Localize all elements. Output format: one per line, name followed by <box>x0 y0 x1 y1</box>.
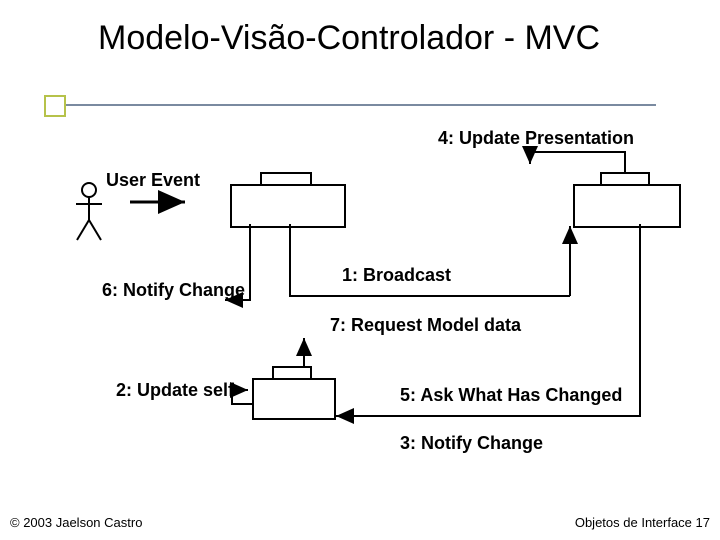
title-underline <box>44 104 656 106</box>
label-update-self: 2: Update self <box>116 380 234 401</box>
label-update-presentation: 4: Update Presentation <box>438 128 634 149</box>
view-box-tab-r <box>648 172 650 184</box>
view-box <box>573 184 681 228</box>
label-request-model-data: 7: Request Model data <box>330 315 521 336</box>
controller-box-tab <box>260 172 312 174</box>
view-box-tab <box>600 172 650 174</box>
controller-box-tab-l <box>260 172 262 184</box>
model-box-tab <box>272 366 312 368</box>
footer-left: © 2003 Jaelson Castro <box>10 515 142 530</box>
controller-box <box>230 184 346 228</box>
model-box <box>252 378 336 420</box>
label-notify-change-6: 6: Notify Change <box>102 280 245 301</box>
title-bullet-icon <box>44 95 66 117</box>
label-notify-change-3: 3: Notify Change <box>400 433 543 454</box>
controller-box-tab-r <box>310 172 312 184</box>
diagram-stage: { "title": "Modelo-Visão-Controlador - M… <box>0 0 720 540</box>
actor-icon <box>72 182 106 242</box>
label-ask-changed: 5: Ask What Has Changed <box>400 385 622 406</box>
page-title: Modelo-Visão-Controlador - MVC <box>98 18 600 58</box>
label-broadcast: 1: Broadcast <box>342 265 451 286</box>
model-box-tab-r <box>310 366 312 378</box>
label-user-event: User Event <box>106 170 200 191</box>
footer-right: Objetos de Interface 17 <box>575 515 710 530</box>
model-box-tab-l <box>272 366 274 378</box>
view-box-tab-l <box>600 172 602 184</box>
